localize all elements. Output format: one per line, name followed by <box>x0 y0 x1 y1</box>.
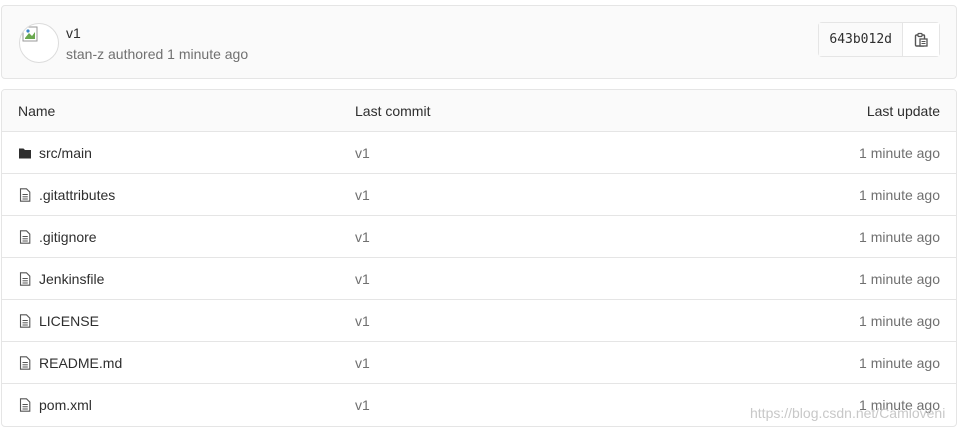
file-icon <box>19 229 31 244</box>
header-last-commit: Last commit <box>355 102 431 119</box>
commit-author-meta: stan-z authored 1 minute ago <box>66 46 249 62</box>
commit-message-link[interactable]: v1 <box>355 187 370 203</box>
commit-message-link[interactable]: v1 <box>355 397 370 413</box>
last-update-time: 1 minute ago <box>859 312 940 329</box>
watermark-text: https://blog.csdn.net/Camloveni <box>750 405 946 421</box>
commit-message-link[interactable]: v1 <box>355 229 370 245</box>
table-header-row: Name Last commit Last update <box>2 90 956 132</box>
table-row[interactable]: .gitattributes v1 1 minute ago <box>2 174 956 216</box>
folder-icon <box>19 148 31 158</box>
commit-sha-label[interactable]: 643b012d <box>819 23 903 56</box>
avatar[interactable] <box>19 23 59 63</box>
commit-message-link[interactable]: v1 <box>355 355 370 371</box>
last-update-time: 1 minute ago <box>859 354 940 371</box>
file-name-link[interactable]: LICENSE <box>39 313 99 329</box>
commit-message-link[interactable]: v1 <box>355 271 370 287</box>
header-last-update: Last update <box>866 102 940 119</box>
file-icon <box>19 398 31 412</box>
commit-panel: v1 stan-z authored 1 minute ago 643b012d <box>1 5 957 79</box>
table-row[interactable]: LICENSE v1 1 minute ago <box>2 300 956 342</box>
file-tree-table: Name Last commit Last update src/main v1… <box>1 89 957 427</box>
copy-sha-button[interactable] <box>903 23 939 56</box>
file-name-link[interactable]: README.md <box>39 355 122 371</box>
last-update-time: 1 minute ago <box>859 228 940 245</box>
table-row[interactable]: .gitignore v1 1 minute ago <box>2 216 956 258</box>
last-update-time: 1 minute ago <box>859 270 940 287</box>
file-name-link[interactable]: src/main <box>39 145 92 161</box>
clipboard-icon <box>914 32 928 47</box>
file-name-link[interactable]: Jenkinsfile <box>39 271 104 287</box>
commit-message-link[interactable]: v1 <box>355 145 370 161</box>
commit-message-link[interactable]: v1 <box>355 313 370 329</box>
last-update-time: 1 minute ago <box>859 144 940 161</box>
file-name-link[interactable]: pom.xml <box>39 397 92 413</box>
header-name: Name <box>18 102 56 119</box>
file-name-link[interactable]: .gitignore <box>39 229 97 245</box>
broken-image-icon <box>22 26 38 42</box>
table-row[interactable]: README.md v1 1 minute ago <box>2 342 956 384</box>
file-name-link[interactable]: .gitattributes <box>39 187 115 203</box>
last-update-time: 1 minute ago <box>859 186 940 203</box>
file-icon <box>19 271 31 286</box>
commit-title[interactable]: v1 <box>66 25 81 41</box>
file-icon <box>19 313 31 328</box>
table-row[interactable]: Jenkinsfile v1 1 minute ago <box>2 258 956 300</box>
file-icon <box>19 187 31 202</box>
table-row[interactable]: src/main v1 1 minute ago <box>2 132 956 174</box>
file-icon <box>19 355 31 370</box>
commit-sha-group: 643b012d <box>818 22 940 57</box>
